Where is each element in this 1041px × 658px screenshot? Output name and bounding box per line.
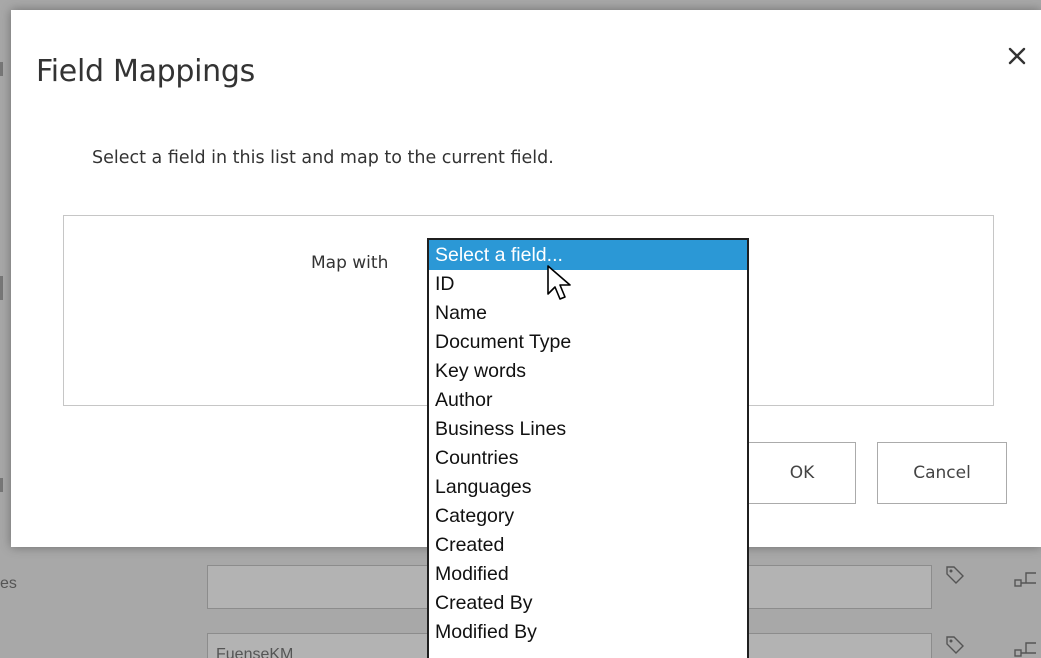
- ok-button[interactable]: OK: [748, 442, 856, 504]
- select-option-key-words[interactable]: Key words: [429, 357, 747, 386]
- select-option-category[interactable]: Category: [429, 502, 747, 531]
- close-icon[interactable]: [1005, 44, 1029, 68]
- cancel-button[interactable]: Cancel: [877, 442, 1007, 504]
- background-marker: [0, 276, 3, 300]
- background-marker: [0, 62, 3, 76]
- background-row-label: es: [0, 575, 17, 592]
- hierarchy-icon[interactable]: [1013, 568, 1041, 590]
- map-with-label: Map with: [311, 253, 389, 273]
- tag-icon[interactable]: [944, 564, 966, 586]
- select-option-author[interactable]: Author: [429, 386, 747, 415]
- select-option-id[interactable]: ID: [429, 270, 747, 299]
- select-option-created[interactable]: Created: [429, 531, 747, 560]
- hierarchy-icon[interactable]: [1013, 638, 1041, 658]
- dialog-title: Field Mappings: [36, 54, 255, 89]
- select-option-placeholder[interactable]: Select a field...: [429, 240, 747, 270]
- select-option-document-type[interactable]: Document Type: [429, 328, 747, 357]
- select-option-business-lines[interactable]: Business Lines: [429, 415, 747, 444]
- select-option-modified-by[interactable]: Modified By: [429, 618, 747, 647]
- field-select-listbox[interactable]: Select a field... ID Name Document Type …: [427, 238, 749, 658]
- select-option-countries[interactable]: Countries: [429, 444, 747, 473]
- select-option-languages[interactable]: Languages: [429, 473, 747, 502]
- select-option-name[interactable]: Name: [429, 299, 747, 328]
- tag-icon[interactable]: [944, 634, 966, 656]
- background-marker: [0, 478, 3, 492]
- dialog-description: Select a field in this list and map to t…: [92, 148, 554, 168]
- select-option-modified[interactable]: Modified: [429, 560, 747, 589]
- background-input-value: FuenseKM: [216, 646, 294, 658]
- select-option-created-by[interactable]: Created By: [429, 589, 747, 618]
